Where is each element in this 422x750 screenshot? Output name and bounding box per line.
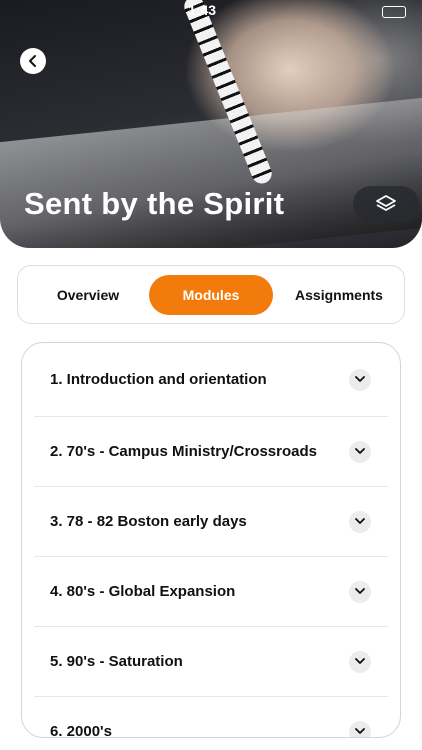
- chevron-down-icon: [355, 448, 365, 454]
- expand-button[interactable]: [349, 650, 371, 673]
- expand-button[interactable]: [349, 510, 371, 533]
- module-item[interactable]: 5. 90's - Saturation: [34, 627, 388, 697]
- tab-overview[interactable]: Overview: [24, 275, 152, 315]
- modules-list: 1. Introduction and orientation 2. 70's …: [21, 342, 401, 738]
- hero-header: 1:43 Sent by the Spirit: [0, 0, 422, 248]
- module-label: 1. Introduction and orientation: [50, 371, 267, 388]
- module-item[interactable]: 6. 2000's: [34, 697, 388, 738]
- chevron-down-icon: [355, 658, 365, 664]
- module-label: 6. 2000's: [50, 723, 112, 738]
- chevron-left-icon: [29, 55, 36, 67]
- tab-bar: Overview Modules Assignments: [17, 265, 405, 324]
- battery-icon: [382, 6, 406, 18]
- chevron-down-icon: [355, 588, 365, 594]
- module-item[interactable]: 2. 70's - Campus Ministry/Crossroads: [34, 417, 388, 487]
- module-label: 5. 90's - Saturation: [50, 653, 183, 670]
- course-title: Sent by the Spirit: [24, 186, 285, 221]
- tab-modules[interactable]: Modules: [149, 275, 273, 315]
- back-button[interactable]: [20, 48, 46, 74]
- module-label: 4. 80's - Global Expansion: [50, 583, 236, 600]
- module-label: 2. 70's - Campus Ministry/Crossroads: [50, 443, 317, 460]
- tab-assignments[interactable]: Assignments: [275, 275, 403, 315]
- hero-background-image: [0, 97, 422, 248]
- chevron-down-icon: [355, 728, 365, 734]
- layers-button[interactable]: [353, 186, 419, 222]
- layers-icon: [376, 195, 396, 211]
- expand-button[interactable]: [349, 580, 371, 603]
- expand-button[interactable]: [349, 440, 371, 463]
- expand-button[interactable]: [349, 368, 371, 391]
- module-item[interactable]: 3. 78 - 82 Boston early days: [34, 487, 388, 557]
- module-label: 3. 78 - 82 Boston early days: [50, 513, 247, 530]
- chevron-down-icon: [355, 376, 365, 382]
- chevron-down-icon: [355, 518, 365, 524]
- module-item[interactable]: 4. 80's - Global Expansion: [34, 557, 388, 627]
- status-time: 1:43: [188, 2, 217, 18]
- expand-button[interactable]: [349, 720, 371, 737]
- module-item[interactable]: 1. Introduction and orientation: [34, 343, 388, 417]
